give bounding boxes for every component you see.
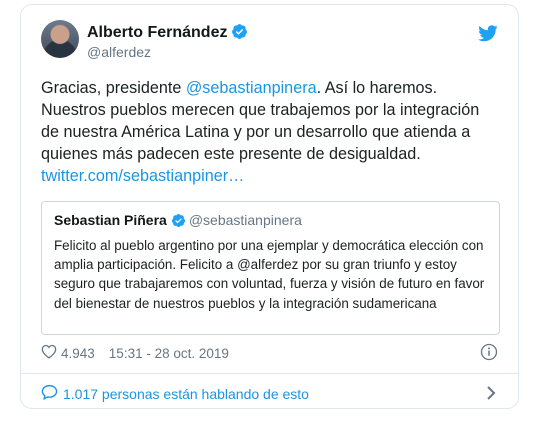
mention-link[interactable]: @sebastianpinera xyxy=(186,79,317,97)
twitter-bird-icon[interactable] xyxy=(478,25,498,47)
like-count[interactable]: 4.943 xyxy=(61,346,95,361)
chevron-right-icon[interactable] xyxy=(486,385,496,406)
heart-icon[interactable] xyxy=(41,344,57,362)
divider xyxy=(21,373,518,374)
speech-bubble-icon xyxy=(41,384,58,403)
timestamp[interactable]: 15:31 - 28 oct. 2019 xyxy=(109,346,229,361)
quoted-text: Felicito al pueblo argentino por una eje… xyxy=(54,238,485,311)
tweet-text-start: Gracias, presidente xyxy=(41,79,186,97)
tweet-url-link[interactable]: twitter.com/sebastianpiner… xyxy=(41,167,244,185)
quoted-author-handle: @sebastianpinera xyxy=(188,212,302,228)
tweet-text: Gracias, presidente @sebastianpinera. As… xyxy=(41,77,501,187)
quoted-header: Sebastian Piñera @sebastianpinera xyxy=(54,211,487,232)
tweet-meta: 4.943 15:31 - 28 oct. 2019 xyxy=(41,344,229,362)
verified-badge-icon xyxy=(231,23,248,45)
author-name[interactable]: Alberto Fernández xyxy=(87,24,227,41)
quoted-author-name: Sebastian Piñera xyxy=(54,212,167,228)
author-name-row[interactable]: Alberto Fernández xyxy=(87,23,248,45)
conversation-text[interactable]: 1.017 personas están hablando de esto xyxy=(63,386,309,402)
author-handle[interactable]: @alferdez xyxy=(87,44,151,60)
embedded-tweet-card: Alberto Fernández @alferdez Gracias, pre… xyxy=(20,4,519,409)
author-avatar[interactable] xyxy=(41,20,79,58)
quoted-tweet[interactable]: Sebastian Piñera @sebastianpinera Felicit… xyxy=(41,201,500,335)
conversation-link[interactable]: 1.017 personas están hablando de esto xyxy=(41,384,309,403)
verified-badge-icon xyxy=(171,213,186,232)
info-icon[interactable] xyxy=(480,343,498,366)
